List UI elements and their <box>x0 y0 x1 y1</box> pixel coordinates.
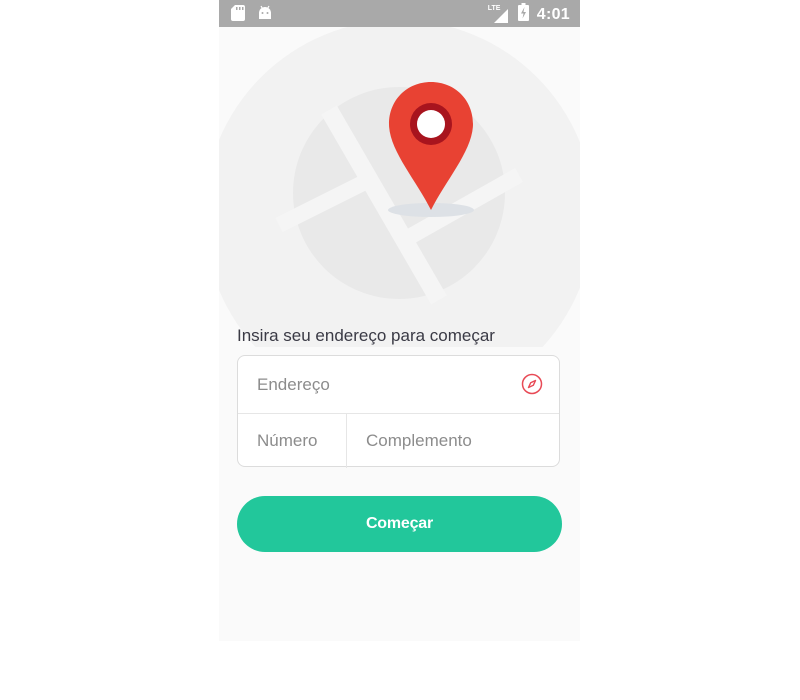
address-prompt: Insira seu endereço para começar <box>237 326 495 345</box>
address-input[interactable] <box>255 372 509 398</box>
number-input[interactable] <box>255 428 344 454</box>
android-icon <box>257 5 273 26</box>
address-form-card <box>237 355 560 468</box>
address-row <box>238 356 559 414</box>
complement-input[interactable] <box>364 428 548 454</box>
battery-charging-icon <box>517 3 529 26</box>
compass-icon[interactable] <box>521 373 543 395</box>
signal-icon: LTE <box>488 5 510 25</box>
status-time: 4:01 <box>536 5 570 23</box>
status-bar-left <box>231 5 273 26</box>
number-cell <box>238 413 347 468</box>
phone-screen: LTE 4:01 Insira seu endereço para começa… <box>219 0 580 641</box>
status-bar: LTE 4:01 <box>219 0 580 27</box>
status-bar-right: LTE 4:01 <box>488 3 570 26</box>
start-button[interactable]: Começar <box>237 496 562 552</box>
sd-card-icon <box>231 5 245 26</box>
location-illustration <box>219 20 580 410</box>
